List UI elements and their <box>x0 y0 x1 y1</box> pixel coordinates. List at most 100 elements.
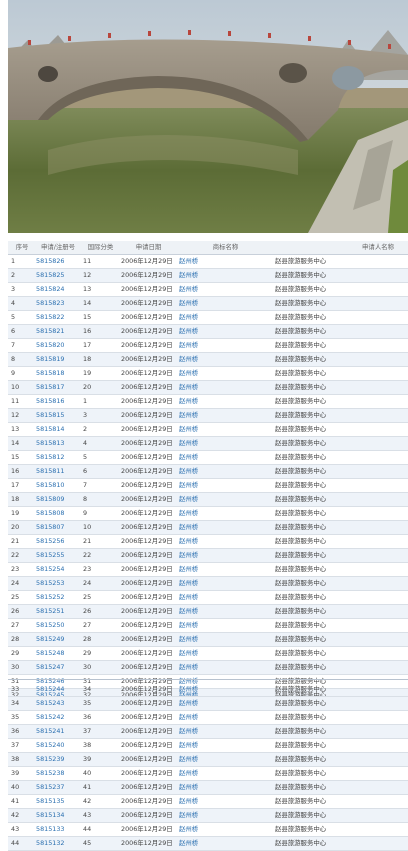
cell-mark-name[interactable]: 赵州桥 <box>176 683 272 697</box>
cell-reg-number[interactable]: 5815825 <box>33 268 80 283</box>
cell-reg-number[interactable]: 5815248 <box>33 646 80 661</box>
cell-reg-number[interactable]: 5815821 <box>33 324 80 339</box>
cell-index: 2 <box>8 268 33 283</box>
cell-mark-name[interactable]: 赵州桥 <box>176 408 272 423</box>
table-row: 18 5815809 8 2006年12月29日 赵州桥 赵县旅游服务中心 <box>8 492 408 507</box>
cell-index: 25 <box>8 590 33 605</box>
cell-class: 23 <box>80 562 118 577</box>
cell-reg-number[interactable]: 5815817 <box>33 380 80 395</box>
cell-date: 2006年12月29日 <box>118 520 176 535</box>
cell-mark-name[interactable]: 赵州桥 <box>176 562 272 577</box>
cell-reg-number[interactable]: 5815823 <box>33 296 80 311</box>
cell-mark-name[interactable]: 赵州桥 <box>176 534 272 549</box>
cell-reg-number[interactable]: 5815807 <box>33 520 80 535</box>
cell-reg-number[interactable]: 5815816 <box>33 394 80 409</box>
cell-mark-name[interactable]: 赵州桥 <box>176 352 272 367</box>
cell-mark-name[interactable]: 赵州桥 <box>176 478 272 493</box>
cell-mark-name[interactable]: 赵州桥 <box>176 618 272 633</box>
cell-reg-number[interactable]: 5815254 <box>33 562 80 577</box>
cell-reg-number[interactable]: 5815252 <box>33 590 80 605</box>
cell-date: 2006年12月29日 <box>118 352 176 367</box>
cell-reg-number[interactable]: 5815247 <box>33 660 80 675</box>
cell-reg-number[interactable]: 5815815 <box>33 408 80 423</box>
cell-mark-name[interactable]: 赵州桥 <box>176 808 272 823</box>
cell-mark-name[interactable]: 赵州桥 <box>176 506 272 521</box>
cell-mark-name[interactable]: 赵州桥 <box>176 780 272 795</box>
table-row: 29 5815248 29 2006年12月29日 赵州桥 赵县旅游服务中心 <box>8 646 408 661</box>
cell-mark-name[interactable]: 赵州桥 <box>176 254 272 269</box>
table-row: 27 5815250 27 2006年12月29日 赵州桥 赵县旅游服务中心 <box>8 618 408 633</box>
table-row: 14 5815813 4 2006年12月29日 赵州桥 赵县旅游服务中心 <box>8 436 408 451</box>
cell-applicant: 赵县旅游服务中心 <box>272 380 408 395</box>
cell-mark-name[interactable]: 赵州桥 <box>176 604 272 619</box>
cell-reg-number[interactable]: 5815134 <box>33 808 80 823</box>
cell-reg-number[interactable]: 5815243 <box>33 696 80 711</box>
cell-mark-name[interactable]: 赵州桥 <box>176 436 272 451</box>
cell-reg-number[interactable]: 5815133 <box>33 822 80 837</box>
cell-mark-name[interactable]: 赵州桥 <box>176 324 272 339</box>
cell-mark-name[interactable]: 赵州桥 <box>176 738 272 753</box>
cell-mark-name[interactable]: 赵州桥 <box>176 822 272 837</box>
cell-applicant: 赵县旅游服务中心 <box>272 366 408 381</box>
cell-reg-number[interactable]: 5815250 <box>33 618 80 633</box>
cell-mark-name[interactable]: 赵州桥 <box>176 576 272 591</box>
cell-reg-number[interactable]: 5815239 <box>33 752 80 767</box>
cell-index: 43 <box>8 822 33 837</box>
cell-reg-number[interactable]: 5815249 <box>33 632 80 647</box>
cell-mark-name[interactable]: 赵州桥 <box>176 492 272 507</box>
cell-reg-number[interactable]: 5815822 <box>33 310 80 325</box>
cell-class: 36 <box>80 710 118 725</box>
cell-mark-name[interactable]: 赵州桥 <box>176 282 272 297</box>
cell-reg-number[interactable]: 5815255 <box>33 548 80 563</box>
cell-mark-name[interactable]: 赵州桥 <box>176 422 272 437</box>
cell-mark-name[interactable]: 赵州桥 <box>176 310 272 325</box>
table-row: 17 5815810 7 2006年12月29日 赵州桥 赵县旅游服务中心 <box>8 478 408 493</box>
cell-mark-name[interactable]: 赵州桥 <box>176 646 272 661</box>
cell-mark-name[interactable]: 赵州桥 <box>176 590 272 605</box>
cell-mark-name[interactable]: 赵州桥 <box>176 394 272 409</box>
cell-mark-name[interactable]: 赵州桥 <box>176 710 272 725</box>
cell-reg-number[interactable]: 5815238 <box>33 766 80 781</box>
cell-mark-name[interactable]: 赵州桥 <box>176 296 272 311</box>
cell-reg-number[interactable]: 5815824 <box>33 282 80 297</box>
cell-reg-number[interactable]: 5815810 <box>33 478 80 493</box>
cell-mark-name[interactable]: 赵州桥 <box>176 632 272 647</box>
cell-reg-number[interactable]: 5815808 <box>33 506 80 521</box>
cell-mark-name[interactable]: 赵州桥 <box>176 548 272 563</box>
cell-mark-name[interactable]: 赵州桥 <box>176 752 272 767</box>
cell-reg-number[interactable]: 5815820 <box>33 338 80 353</box>
cell-reg-number[interactable]: 5815237 <box>33 780 80 795</box>
cell-reg-number[interactable]: 5815241 <box>33 724 80 739</box>
cell-reg-number[interactable]: 5815819 <box>33 352 80 367</box>
cell-index: 19 <box>8 506 33 521</box>
cell-mark-name[interactable]: 赵州桥 <box>176 836 272 851</box>
cell-reg-number[interactable]: 5815256 <box>33 534 80 549</box>
cell-reg-number[interactable]: 5815814 <box>33 422 80 437</box>
cell-reg-number[interactable]: 5815818 <box>33 366 80 381</box>
cell-reg-number[interactable]: 5815242 <box>33 710 80 725</box>
cell-mark-name[interactable]: 赵州桥 <box>176 464 272 479</box>
cell-mark-name[interactable]: 赵州桥 <box>176 366 272 381</box>
cell-class: 19 <box>80 366 118 381</box>
cell-reg-number[interactable]: 5815135 <box>33 794 80 809</box>
cell-mark-name[interactable]: 赵州桥 <box>176 696 272 711</box>
cell-mark-name[interactable]: 赵州桥 <box>176 766 272 781</box>
cell-reg-number[interactable]: 5815132 <box>33 836 80 851</box>
cell-reg-number[interactable]: 5815812 <box>33 450 80 465</box>
cell-mark-name[interactable]: 赵州桥 <box>176 450 272 465</box>
cell-mark-name[interactable]: 赵州桥 <box>176 724 272 739</box>
cell-mark-name[interactable]: 赵州桥 <box>176 268 272 283</box>
cell-reg-number[interactable]: 5815240 <box>33 738 80 753</box>
cell-mark-name[interactable]: 赵州桥 <box>176 660 272 675</box>
cell-reg-number[interactable]: 5815813 <box>33 436 80 451</box>
cell-mark-name[interactable]: 赵州桥 <box>176 520 272 535</box>
cell-mark-name[interactable]: 赵州桥 <box>176 338 272 353</box>
cell-reg-number[interactable]: 5815826 <box>33 254 80 269</box>
cell-reg-number[interactable]: 5815244 <box>33 683 80 697</box>
cell-mark-name[interactable]: 赵州桥 <box>176 380 272 395</box>
cell-reg-number[interactable]: 5815251 <box>33 604 80 619</box>
cell-mark-name[interactable]: 赵州桥 <box>176 794 272 809</box>
cell-reg-number[interactable]: 5815811 <box>33 464 80 479</box>
cell-reg-number[interactable]: 5815809 <box>33 492 80 507</box>
cell-reg-number[interactable]: 5815253 <box>33 576 80 591</box>
